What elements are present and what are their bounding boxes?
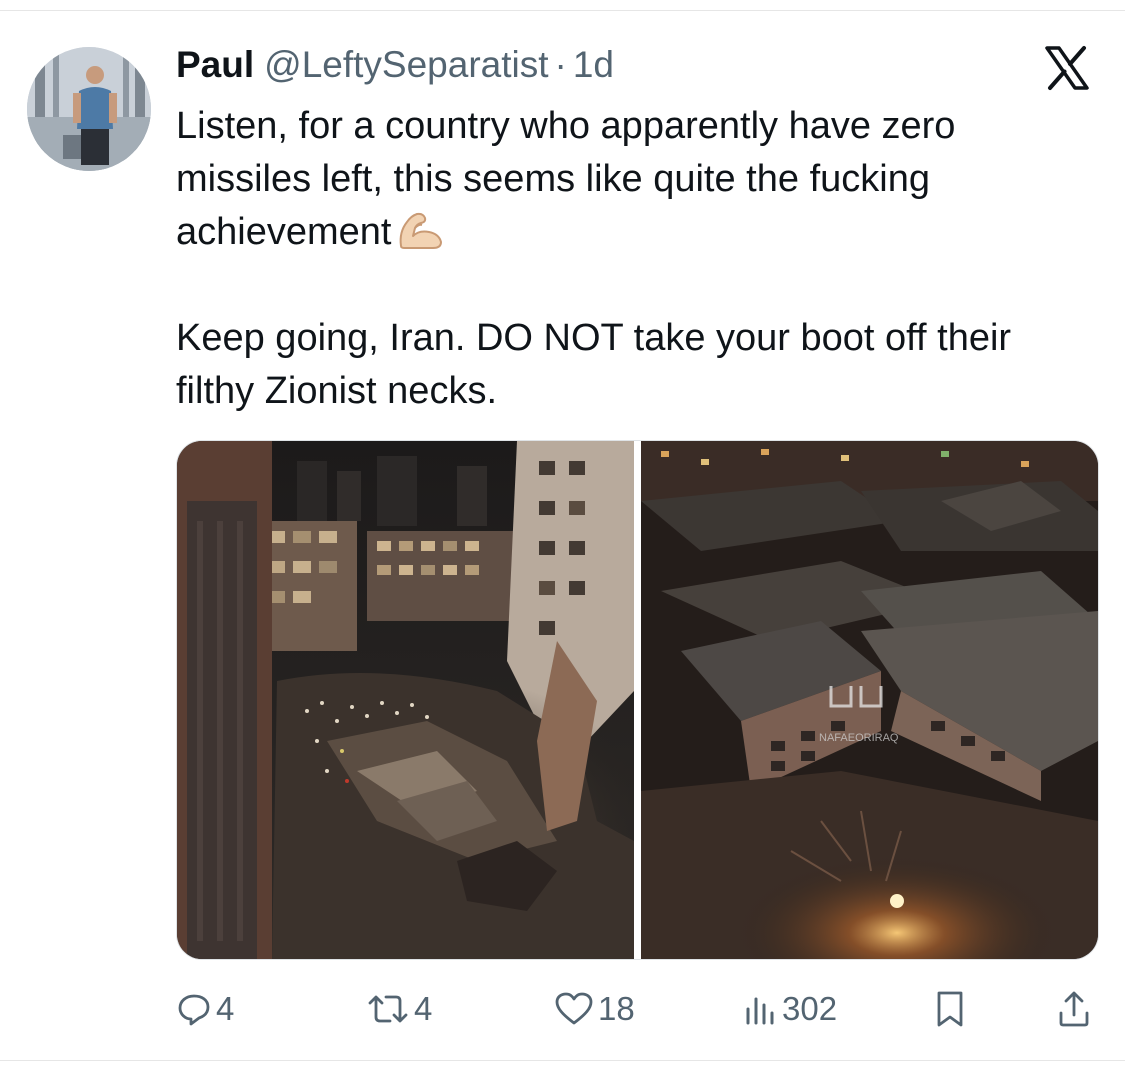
tweet-text: Listen, for a country who apparently hav…: [176, 100, 1086, 418]
x-logo-icon: [1043, 44, 1091, 92]
retweet-count: 4: [414, 990, 433, 1027]
tweet-paragraph-1: Listen, for a country who apparently hav…: [176, 100, 1086, 259]
separator-dot: ·: [554, 44, 567, 85]
author-handle[interactable]: @LeftySeparatist: [264, 44, 548, 86]
destroyed-building-photo-right: NAFAEORIRAQ: [641, 441, 1098, 959]
bottom-divider: [0, 1060, 1125, 1061]
top-divider: [0, 10, 1125, 11]
media-divider: [634, 441, 641, 959]
bookmark-icon: [937, 991, 963, 1027]
tweet-media[interactable]: NAFAEORIRAQ: [176, 440, 1099, 960]
watermark-text: NAFAEORIRAQ: [819, 732, 899, 744]
destroyed-building-photo-left: [177, 441, 634, 959]
tweet-line-1: Listen, for a country who apparently hav…: [176, 105, 956, 253]
retweet-icon: [368, 995, 408, 1023]
avatar[interactable]: [27, 47, 151, 171]
avatar-photo: [27, 47, 151, 171]
tweet-header: Paul @LeftySeparatist · 1d: [176, 44, 614, 92]
photo-right[interactable]: NAFAEORIRAQ: [641, 441, 1098, 959]
views-count: 302: [782, 990, 838, 1027]
reply-count: 4: [216, 990, 235, 1027]
photo-left[interactable]: [177, 441, 634, 959]
views-icon: [746, 997, 774, 1025]
flexed-biceps-emoji: [395, 210, 447, 250]
like-count: 18: [598, 990, 635, 1027]
action-bar: 4 4 18 302: [176, 985, 1097, 1033]
like-button[interactable]: 18: [554, 985, 635, 1033]
share-button[interactable]: [1056, 985, 1092, 1033]
post-time[interactable]: 1d: [573, 44, 614, 86]
heart-icon: [555, 992, 593, 1025]
bookmark-button[interactable]: [932, 985, 968, 1033]
reply-icon: [178, 994, 210, 1026]
reply-button[interactable]: 4: [176, 985, 234, 1033]
tweet-paragraph-2: Keep going, Iran. DO NOT take your boot …: [176, 317, 1012, 412]
retweet-button[interactable]: 4: [366, 985, 432, 1033]
views-button[interactable]: 302: [742, 985, 837, 1033]
share-icon: [1059, 991, 1089, 1027]
author-name[interactable]: Paul: [176, 44, 254, 86]
